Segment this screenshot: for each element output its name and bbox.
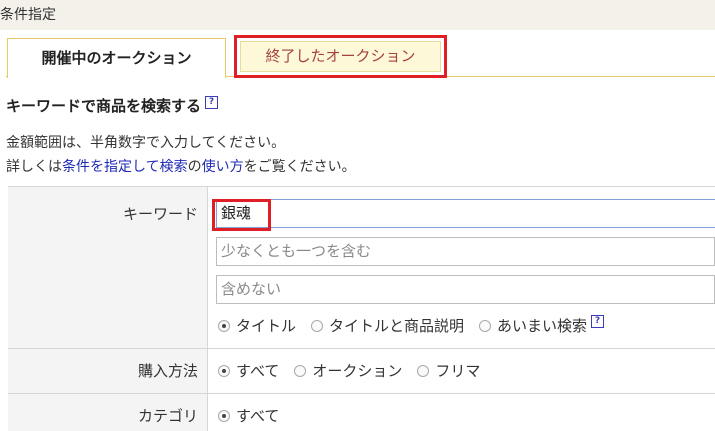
radio-button[interactable] bbox=[479, 319, 492, 332]
section-title: キーワードで商品を検索する ? bbox=[6, 95, 219, 116]
radio-label: オークション bbox=[312, 362, 403, 380]
note-suffix: をご覧ください。 bbox=[243, 159, 356, 175]
tab-ended-auctions[interactable]: 終了したオークション bbox=[240, 41, 441, 72]
row-divider bbox=[8, 348, 715, 349]
radio-label: タイトルと商品説明 bbox=[329, 317, 465, 335]
radio-purchase-all[interactable]: すべて bbox=[218, 360, 279, 381]
note-details: 詳しくは条件を指定して検索の使い方をご覧ください。 bbox=[6, 156, 356, 176]
tab-active-auctions[interactable]: 開催中のオークション bbox=[7, 38, 226, 78]
radio-button[interactable] bbox=[294, 364, 307, 377]
purchase-method-radios: すべて オークション フリマ bbox=[218, 360, 495, 381]
radio-label: タイトル bbox=[236, 317, 297, 335]
radio-scope-title-description[interactable]: タイトルと商品説明 bbox=[311, 315, 464, 336]
keyword-input[interactable]: 銀魂 bbox=[216, 199, 715, 228]
note-amount-range: 金額範囲は、半角数字で入力してください。 bbox=[6, 135, 286, 151]
help-icon[interactable]: ? bbox=[205, 96, 219, 109]
conditions-header: 条件指定 bbox=[0, 0, 715, 30]
radio-label: フリマ bbox=[435, 362, 481, 380]
purchase-method-label: 購入方法 bbox=[137, 362, 198, 380]
category-radios: すべて bbox=[218, 405, 294, 426]
radio-purchase-auction[interactable]: オークション bbox=[294, 360, 402, 381]
radio-button-selected[interactable] bbox=[218, 409, 230, 422]
any-keyword-input[interactable]: 少なくとも一つを含む bbox=[216, 237, 715, 266]
radio-button-selected[interactable] bbox=[218, 364, 230, 377]
link-how-to-use[interactable]: 使い方 bbox=[202, 159, 244, 175]
radio-scope-fuzzy[interactable]: あいまい検索 ? bbox=[479, 315, 605, 336]
conditions-header-title: 条件指定 bbox=[0, 7, 56, 23]
note-mid: の bbox=[187, 159, 202, 175]
radio-button-selected[interactable] bbox=[218, 319, 230, 332]
radio-label: あいまい検索 bbox=[497, 317, 588, 335]
keyword-label: キーワード bbox=[122, 205, 198, 223]
radio-label: すべて bbox=[236, 407, 280, 425]
row-divider bbox=[8, 393, 715, 394]
radio-category-all[interactable]: すべて bbox=[218, 405, 279, 426]
radio-scope-title[interactable]: タイトル bbox=[218, 315, 296, 336]
note-prefix: 詳しくは bbox=[6, 159, 62, 175]
help-icon[interactable]: ? bbox=[591, 315, 605, 328]
category-label: カテゴリ bbox=[137, 407, 198, 425]
section-title-text: キーワードで商品を検索する bbox=[6, 97, 202, 115]
radio-label: すべて bbox=[236, 362, 280, 380]
radio-purchase-flea-market[interactable]: フリマ bbox=[417, 360, 480, 381]
radio-button[interactable] bbox=[417, 364, 430, 377]
radio-button[interactable] bbox=[311, 319, 324, 332]
exclude-keyword-input[interactable]: 含めない bbox=[216, 275, 715, 304]
link-search-conditions[interactable]: 条件を指定して検索 bbox=[62, 159, 188, 175]
search-scope-radios: タイトル タイトルと商品説明 あいまい検索 ? bbox=[218, 315, 605, 336]
